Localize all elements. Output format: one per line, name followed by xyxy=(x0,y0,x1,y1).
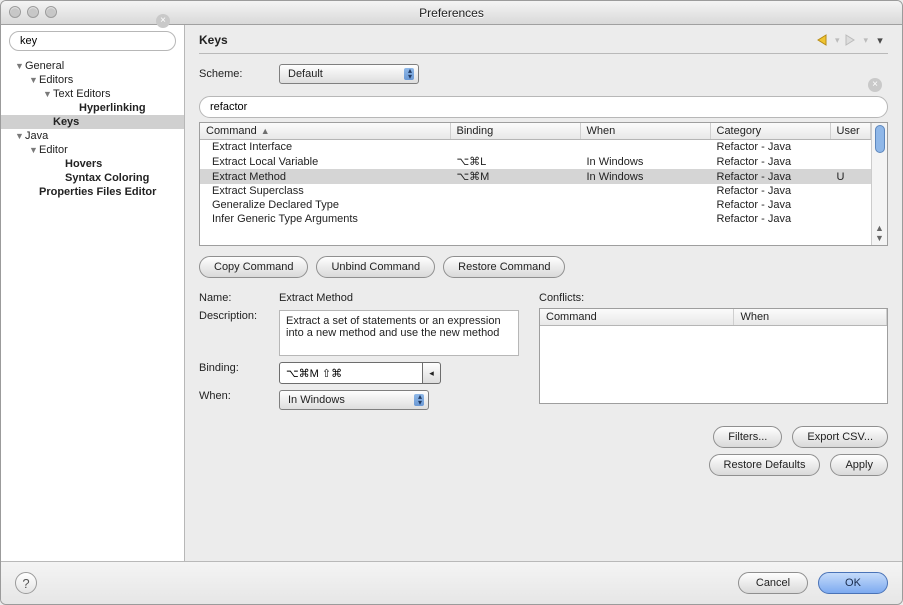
window-title: Preferences xyxy=(419,6,484,20)
tree-item-editors[interactable]: ▼Editors xyxy=(1,73,184,87)
col-command[interactable]: Command▲ xyxy=(200,123,450,140)
col-category[interactable]: Category xyxy=(710,123,830,140)
col-when[interactable]: When xyxy=(580,123,710,140)
disclosure-icon[interactable]: ▼ xyxy=(43,89,51,99)
conflicts-table[interactable]: Command When xyxy=(539,308,888,404)
clear-icon[interactable]: × xyxy=(868,78,882,92)
nav-arrows: ▾ ▾ ▾ xyxy=(815,33,888,47)
name-label: Name: xyxy=(199,292,269,304)
table-row[interactable]: Extract Local Variable⌥⌘LIn WindowsRefac… xyxy=(200,154,871,169)
scroll-down-icon: ▼ xyxy=(875,233,884,243)
back-icon[interactable] xyxy=(815,33,831,47)
binding-menu-button[interactable]: ◂ xyxy=(423,362,441,384)
apply-button[interactable]: Apply xyxy=(830,454,888,476)
keys-page: Keys ▾ ▾ ▾ Scheme: Default ▴▾ xyxy=(185,25,902,561)
unbind-command-button[interactable]: Unbind Command xyxy=(316,256,435,278)
bindings-table[interactable]: Command▲ Binding When Category User Extr… xyxy=(199,122,888,246)
tree-item-hovers[interactable]: Hovers xyxy=(1,157,184,171)
command-filter-input[interactable] xyxy=(199,96,888,118)
when-label: When: xyxy=(199,390,269,402)
export-csv-button[interactable]: Export CSV... xyxy=(792,426,888,448)
description-label: Description: xyxy=(199,310,269,322)
forward-icon[interactable] xyxy=(843,33,859,47)
tree-item-java[interactable]: ▼Java xyxy=(1,129,184,143)
disclosure-icon[interactable]: ▼ xyxy=(15,131,23,141)
sidebar-filter-input[interactable] xyxy=(9,31,176,51)
footer: ? Cancel OK xyxy=(1,561,902,604)
titlebar: Preferences xyxy=(1,1,902,25)
sidebar: × ▼General▼Editors▼Text EditorsHyperlink… xyxy=(1,25,185,561)
binding-label: Binding: xyxy=(199,362,269,374)
traffic-lights xyxy=(9,6,57,18)
copy-command-button[interactable]: Copy Command xyxy=(199,256,308,278)
chevron-down-icon[interactable]: ▾ xyxy=(863,35,868,46)
disclosure-icon[interactable]: ▼ xyxy=(29,145,37,155)
scroll-up-icon: ▲ xyxy=(875,223,884,233)
chevron-down-icon[interactable]: ▾ xyxy=(835,35,840,46)
when-value: In Windows xyxy=(288,394,345,406)
preference-tree[interactable]: ▼General▼Editors▼Text EditorsHyperlinkin… xyxy=(1,57,184,561)
tree-item-keys[interactable]: Keys xyxy=(1,115,184,129)
cancel-button[interactable]: Cancel xyxy=(738,572,808,594)
scheme-select[interactable]: Default ▴▾ xyxy=(279,64,419,84)
scrollbar[interactable]: ▲ ▼ xyxy=(871,123,887,245)
conflicts-label: Conflicts: xyxy=(539,292,584,304)
description-text: Extract a set of statements or an expres… xyxy=(279,310,519,356)
scheme-label: Scheme: xyxy=(199,68,269,80)
tree-item-hyperlinking[interactable]: Hyperlinking xyxy=(1,101,184,115)
minimize-icon[interactable] xyxy=(27,6,39,18)
table-row[interactable]: Extract Method⌥⌘MIn WindowsRefactor - Ja… xyxy=(200,169,871,184)
close-icon[interactable] xyxy=(9,6,21,18)
conflicts-col-command[interactable]: Command xyxy=(540,309,734,325)
name-value: Extract Method xyxy=(279,292,353,304)
tree-item-text-editors[interactable]: ▼Text Editors xyxy=(1,87,184,101)
scheme-value: Default xyxy=(288,68,323,80)
table-row[interactable]: Extract SuperclassRefactor - Java xyxy=(200,184,871,198)
table-row[interactable]: Generalize Declared TypeRefactor - Java xyxy=(200,198,871,212)
page-title: Keys xyxy=(199,33,228,47)
conflicts-col-when[interactable]: When xyxy=(734,309,887,325)
filters-button[interactable]: Filters... xyxy=(713,426,782,448)
tree-item-general[interactable]: ▼General xyxy=(1,59,184,73)
menu-icon[interactable]: ▾ xyxy=(872,33,888,47)
restore-defaults-button[interactable]: Restore Defaults xyxy=(709,454,821,476)
help-icon[interactable]: ? xyxy=(15,572,37,594)
tree-item-syntax-coloring[interactable]: Syntax Coloring xyxy=(1,171,184,185)
table-row[interactable]: Infer Generic Type ArgumentsRefactor - J… xyxy=(200,212,871,226)
restore-command-button[interactable]: Restore Command xyxy=(443,256,565,278)
when-select[interactable]: In Windows ▴▾ xyxy=(279,390,429,410)
binding-input[interactable] xyxy=(279,362,423,384)
preferences-window: Preferences × ▼General▼Editors▼Text Edit… xyxy=(0,0,903,605)
tree-item-properties-files-editor[interactable]: Properties Files Editor xyxy=(1,185,184,199)
zoom-icon[interactable] xyxy=(45,6,57,18)
ok-button[interactable]: OK xyxy=(818,572,888,594)
clear-icon[interactable]: × xyxy=(156,14,170,28)
disclosure-icon[interactable]: ▼ xyxy=(29,75,37,85)
table-row[interactable]: Extract InterfaceRefactor - Java xyxy=(200,140,871,155)
tree-item-editor[interactable]: ▼Editor xyxy=(1,143,184,157)
col-user[interactable]: User xyxy=(830,123,871,140)
disclosure-icon[interactable]: ▼ xyxy=(15,61,23,71)
col-binding[interactable]: Binding xyxy=(450,123,580,140)
